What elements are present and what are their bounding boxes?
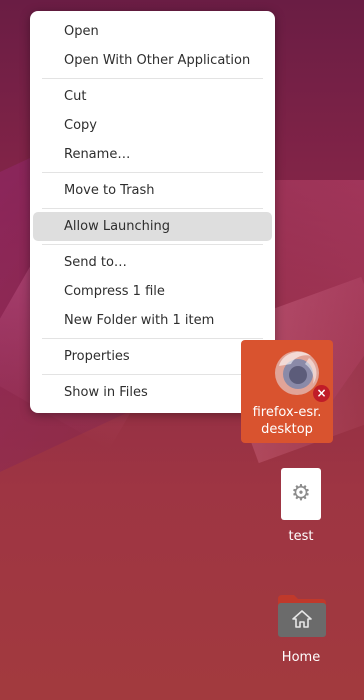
menu-item-allow-launching[interactable]: Allow Launching [33, 212, 272, 241]
desktop-icon-label-line2: desktop [261, 422, 313, 437]
menu-separator [42, 244, 263, 245]
menu-item-open-with[interactable]: Open With Other Application [33, 46, 272, 75]
menu-item-new-folder-with-item[interactable]: New Folder with 1 item [33, 306, 272, 335]
menu-separator [42, 374, 263, 375]
untrusted-badge-icon: × [313, 385, 330, 402]
desktop-icon-label: Home [281, 650, 321, 665]
menu-item-properties[interactable]: Properties [33, 342, 272, 371]
file-tile: ⚙ [281, 468, 321, 520]
menu-item-show-in-files[interactable]: Show in Files [33, 378, 272, 407]
menu-item-cut[interactable]: Cut [33, 82, 272, 111]
desktop-icon-home[interactable]: Home [270, 588, 332, 668]
home-folder-icon [278, 595, 326, 637]
desktop-icon-label: firefox-esr. desktop [241, 404, 333, 438]
desktop-icon-label-line1: firefox-esr. [252, 405, 322, 420]
menu-item-send-to[interactable]: Send to… [33, 248, 272, 277]
gear-icon: ⚙ [291, 481, 311, 506]
desktop-icon-firefox-esr[interactable]: × firefox-esr. desktop [241, 340, 333, 443]
menu-separator [42, 172, 263, 173]
menu-item-open[interactable]: Open [33, 17, 272, 46]
context-menu: Open Open With Other Application Cut Cop… [30, 11, 275, 413]
desktop[interactable]: Open Open With Other Application Cut Cop… [0, 0, 364, 700]
menu-separator [42, 208, 263, 209]
menu-separator [42, 78, 263, 79]
menu-item-rename[interactable]: Rename… [33, 140, 272, 169]
desktop-icon-label: test [288, 529, 314, 544]
desktop-icon-test[interactable]: ⚙ test [270, 468, 332, 548]
menu-item-copy[interactable]: Copy [33, 111, 272, 140]
menu-item-move-to-trash[interactable]: Move to Trash [33, 176, 272, 205]
menu-separator [42, 338, 263, 339]
menu-item-compress[interactable]: Compress 1 file [33, 277, 272, 306]
